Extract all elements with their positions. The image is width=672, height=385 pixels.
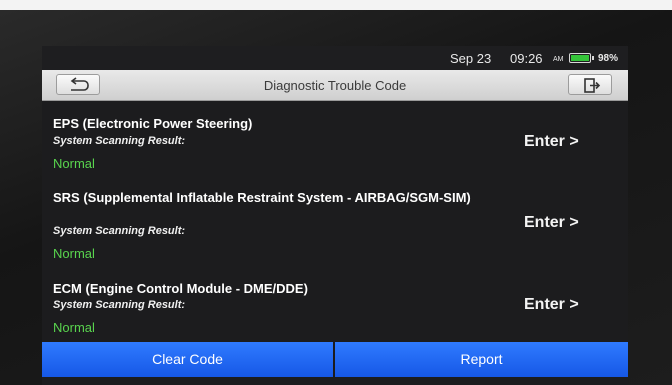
- enter-button[interactable]: Enter >: [524, 214, 579, 232]
- system-name: EPS (Electronic Power Steering): [53, 116, 253, 131]
- page-title: Diagnostic Trouble Code: [263, 78, 407, 93]
- battery-percent: 98%: [598, 53, 619, 64]
- scan-result-label: System Scanning Result:: [53, 225, 186, 237]
- scan-result-label: System Scanning Result:: [53, 299, 186, 311]
- status-bar: Sep 23 09:26 AM 98%: [42, 46, 628, 70]
- exit-button[interactable]: [568, 74, 612, 95]
- status-date: Sep 23: [450, 51, 492, 66]
- exit-door-icon: [584, 78, 601, 93]
- bottom-action-bar: Clear Code Report: [42, 342, 628, 377]
- scan-result-value: Normal: [53, 156, 95, 171]
- battery-icon: [569, 53, 594, 63]
- system-name: SRS (Supplemental Inflatable Restraint S…: [53, 190, 471, 205]
- status-time: 09:26: [510, 51, 543, 66]
- enter-button[interactable]: Enter >: [524, 133, 579, 151]
- system-name: ECM (Engine Control Module - DME/DDE): [53, 281, 308, 296]
- scan-result-label: System Scanning Result:: [53, 135, 186, 147]
- device-screen: Sep 23 09:26 AM 98% Diagnostic Trouble C…: [42, 46, 628, 385]
- device-bezel-top: [0, 0, 672, 10]
- enter-button[interactable]: Enter >: [524, 296, 579, 314]
- status-ampm: AM: [553, 56, 564, 63]
- scan-result-value: Normal: [53, 320, 95, 335]
- title-bar: Diagnostic Trouble Code: [42, 70, 628, 101]
- report-button[interactable]: Report: [335, 342, 628, 377]
- scan-result-value: Normal: [53, 246, 95, 261]
- clear-code-button[interactable]: Clear Code: [42, 342, 333, 377]
